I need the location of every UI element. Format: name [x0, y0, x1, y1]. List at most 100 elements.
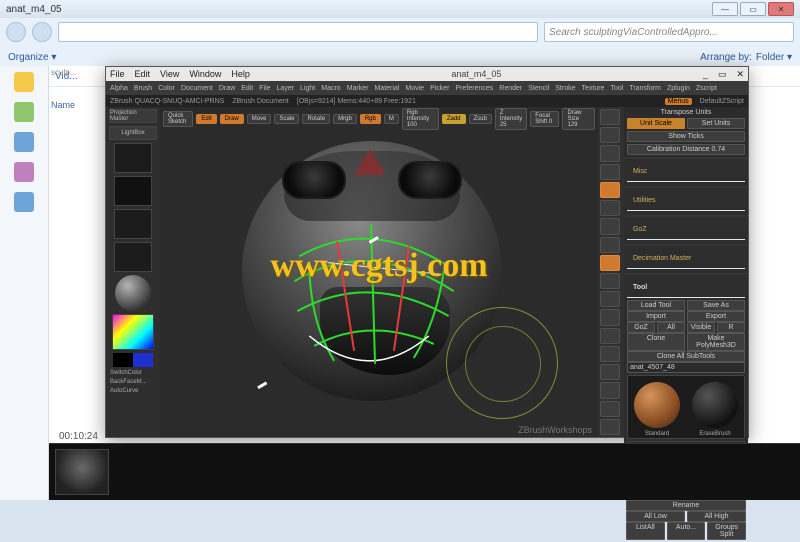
menus-toggle[interactable]: Menus [665, 98, 692, 105]
xyz-icon[interactable] [600, 328, 620, 344]
video-thumbnail[interactable] [55, 449, 109, 495]
ghost-icon[interactable] [600, 382, 620, 398]
color-swatches[interactable] [113, 353, 153, 367]
lightbox-button[interactable]: LightBox [109, 126, 157, 140]
decimation-header[interactable]: Decimation Master [627, 248, 745, 269]
show-ticks-button[interactable]: Show Ticks [627, 131, 745, 142]
maximize-button[interactable]: ▭ [740, 2, 766, 16]
shelf-brush[interactable]: Brush [134, 85, 152, 92]
all-high-button[interactable]: All High [687, 511, 746, 522]
default-zscript[interactable]: DefaultZScript [700, 98, 744, 105]
shelf-transform[interactable]: Transform [629, 85, 661, 92]
shelf-stroke[interactable]: Stroke [555, 85, 575, 92]
persp-icon[interactable] [600, 182, 620, 198]
organize-menu[interactable]: Organize ▾ [8, 52, 56, 63]
tool-header[interactable]: Tool [627, 277, 745, 298]
goz-button[interactable]: GoZ [627, 322, 655, 333]
set-units-button[interactable]: Set Units [687, 118, 745, 129]
minimize-button[interactable]: — [712, 2, 738, 16]
goz-header[interactable]: GoZ [627, 219, 745, 240]
shelf-zscript[interactable]: Zscript [696, 85, 717, 92]
import-button[interactable]: Import [627, 311, 685, 322]
list-all-button[interactable]: ListAll [626, 522, 665, 540]
shelf-color[interactable]: Color [158, 85, 175, 92]
move-nav-icon[interactable] [600, 273, 620, 289]
zoom-icon[interactable] [600, 127, 620, 143]
floor-icon[interactable] [600, 200, 620, 216]
shelf-layer[interactable]: Layer [277, 85, 295, 92]
computer-icon[interactable] [14, 162, 34, 182]
arrange-value[interactable]: Folder ▾ [756, 52, 792, 63]
menu-window[interactable]: Window [189, 69, 221, 79]
shelf-macro[interactable]: Macro [321, 85, 340, 92]
stroke-slot[interactable] [114, 176, 152, 206]
color-picker[interactable] [112, 314, 154, 350]
all-low-button[interactable]: All Low [626, 511, 685, 522]
autocurve-button[interactable]: AutoCurve [108, 388, 158, 394]
polymesh3d-button[interactable]: Make PolyMesh3D [687, 333, 745, 351]
auto-button[interactable]: Auto... [667, 522, 706, 540]
lconst-icon[interactable] [600, 237, 620, 253]
backface-button[interactable]: BackFaceM... [108, 379, 158, 385]
shelf-stencil[interactable]: Stencil [528, 85, 549, 92]
standard-brush-icon[interactable] [634, 382, 680, 428]
local-icon[interactable] [600, 218, 620, 234]
close-button[interactable]: ✕ [768, 2, 794, 16]
groups-split-button[interactable]: Groups Split [707, 522, 746, 540]
favorites-icon[interactable] [14, 72, 34, 92]
tool-preview[interactable]: Standard EraseBrush [627, 375, 745, 439]
zbrush-minimize-icon[interactable]: _ [703, 69, 708, 79]
shelf-material[interactable]: Material [374, 85, 399, 92]
zbrush-canvas[interactable]: Quick Sketch Edit Draw Move Scale Rotate… [160, 107, 598, 437]
xpose-icon[interactable] [600, 419, 620, 435]
polyf-icon[interactable] [600, 346, 620, 362]
transp-icon[interactable] [600, 364, 620, 380]
actual-icon[interactable] [600, 145, 620, 161]
scale-nav-icon[interactable] [600, 291, 620, 307]
col-name[interactable]: Name [51, 100, 75, 110]
shelf-texture[interactable]: Texture [581, 85, 604, 92]
shelf-prefs[interactable]: Preferences [456, 85, 494, 92]
rename-button[interactable]: Rename [626, 500, 746, 511]
rotate-nav-icon[interactable] [600, 309, 620, 325]
explorer-navpane[interactable] [0, 66, 49, 500]
utilities-header[interactable]: Utilities [627, 190, 745, 211]
projection-master-button[interactable]: Projection Master [109, 109, 157, 123]
menu-view[interactable]: View [160, 69, 179, 79]
shelf-draw[interactable]: Draw [219, 85, 235, 92]
libraries-icon[interactable] [14, 102, 34, 122]
goz-all-button[interactable]: All [657, 322, 685, 333]
zbrush-maximize-icon[interactable]: ▭ [718, 69, 727, 80]
menu-edit[interactable]: Edit [135, 69, 151, 79]
unit-scale-button[interactable]: Unit Scale [627, 118, 685, 129]
solo-icon[interactable] [600, 401, 620, 417]
shelf-marker[interactable]: Marker [347, 85, 369, 92]
clone-button[interactable]: Clone [627, 333, 685, 351]
menu-file[interactable]: File [110, 69, 125, 79]
calibration-slider[interactable]: Calibration Distance 0.74 [627, 144, 745, 155]
search-input[interactable]: Search sculptingViaControlledAppro... [544, 22, 794, 42]
tool-name[interactable]: anat_4507_48 [627, 362, 745, 373]
shelf-zplugin[interactable]: Zplugin [667, 85, 690, 92]
export-button[interactable]: Export [687, 311, 745, 322]
shelf-light[interactable]: Light [300, 85, 315, 92]
misc-header[interactable]: Misc [627, 161, 745, 182]
shelf-tool[interactable]: Tool [610, 85, 623, 92]
material-preview[interactable] [115, 275, 151, 311]
zbrush-close-icon[interactable]: ✕ [736, 69, 744, 80]
menu-help[interactable]: Help [231, 69, 250, 79]
aahalf-icon[interactable] [600, 164, 620, 180]
load-tool-button[interactable]: Load Tool [627, 300, 685, 311]
frame-icon[interactable] [600, 255, 620, 271]
shelf-render[interactable]: Render [499, 85, 522, 92]
shelf-file[interactable]: File [259, 85, 270, 92]
network-icon[interactable] [14, 192, 34, 212]
scroll-icon[interactable] [600, 109, 620, 125]
texture-slot[interactable] [114, 242, 152, 272]
r-button[interactable]: R [717, 322, 745, 333]
forward-button[interactable] [32, 22, 52, 42]
erase-brush-icon[interactable] [692, 382, 738, 428]
switchcolor-button[interactable]: SwitchColor [108, 370, 158, 376]
clone-all-button[interactable]: Clone All SubTools [627, 351, 745, 362]
back-button[interactable] [6, 22, 26, 42]
